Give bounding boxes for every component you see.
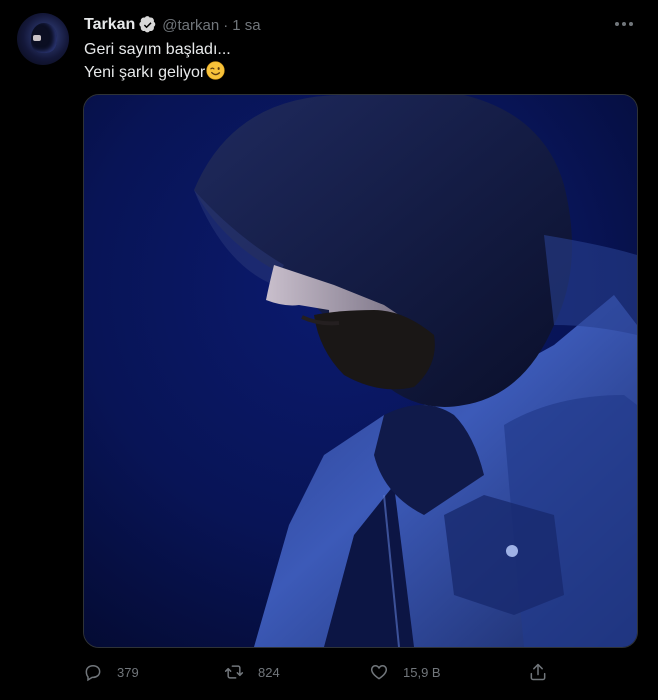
retweet-count: 824 bbox=[258, 664, 280, 680]
separator-dot: · bbox=[223, 16, 229, 34]
like-count: 15,9 B bbox=[403, 664, 441, 680]
dot-icon bbox=[615, 22, 619, 26]
tweet-text-line: Yeni şarkı geliyor bbox=[84, 64, 206, 81]
tweet-text: Geri sayım başladı... Yeni şarkı geliyor bbox=[84, 38, 231, 84]
tweet-text-line: Geri sayım başladı... bbox=[84, 41, 231, 58]
tweet-header: Tarkan @tarkan · 1 sa bbox=[84, 15, 261, 35]
tweet-actions: 379 824 15,9 B bbox=[83, 660, 563, 684]
tweet-text-line-with-emoji: Yeni şarkı geliyor bbox=[84, 61, 231, 84]
avatar-face-shape bbox=[33, 35, 41, 41]
photo-hooded-man-image bbox=[84, 95, 637, 647]
dot-icon bbox=[622, 22, 626, 26]
heart-icon bbox=[370, 664, 388, 680]
avatar[interactable] bbox=[17, 13, 69, 65]
retweet-button[interactable]: 824 bbox=[224, 660, 280, 684]
retweet-icon bbox=[224, 665, 244, 679]
author-name[interactable]: Tarkan bbox=[84, 16, 135, 34]
more-options-icon[interactable] bbox=[612, 14, 636, 34]
reply-icon bbox=[85, 664, 101, 682]
winking-face-icon bbox=[206, 61, 225, 80]
author-handle[interactable]: @tarkan bbox=[162, 17, 219, 34]
tweet[interactable]: Tarkan @tarkan · 1 sa Geri sayım başladı… bbox=[0, 0, 658, 700]
share-button[interactable] bbox=[528, 660, 548, 684]
share-icon bbox=[530, 663, 546, 681]
reply-count: 379 bbox=[117, 664, 139, 680]
reply-button[interactable]: 379 bbox=[83, 660, 139, 684]
dot-icon bbox=[629, 22, 633, 26]
tweet-timestamp[interactable]: 1 sa bbox=[232, 17, 260, 34]
tweet-media-photo[interactable] bbox=[83, 94, 638, 648]
verified-badge-icon bbox=[139, 16, 156, 33]
like-button[interactable]: 15,9 B bbox=[369, 660, 441, 684]
